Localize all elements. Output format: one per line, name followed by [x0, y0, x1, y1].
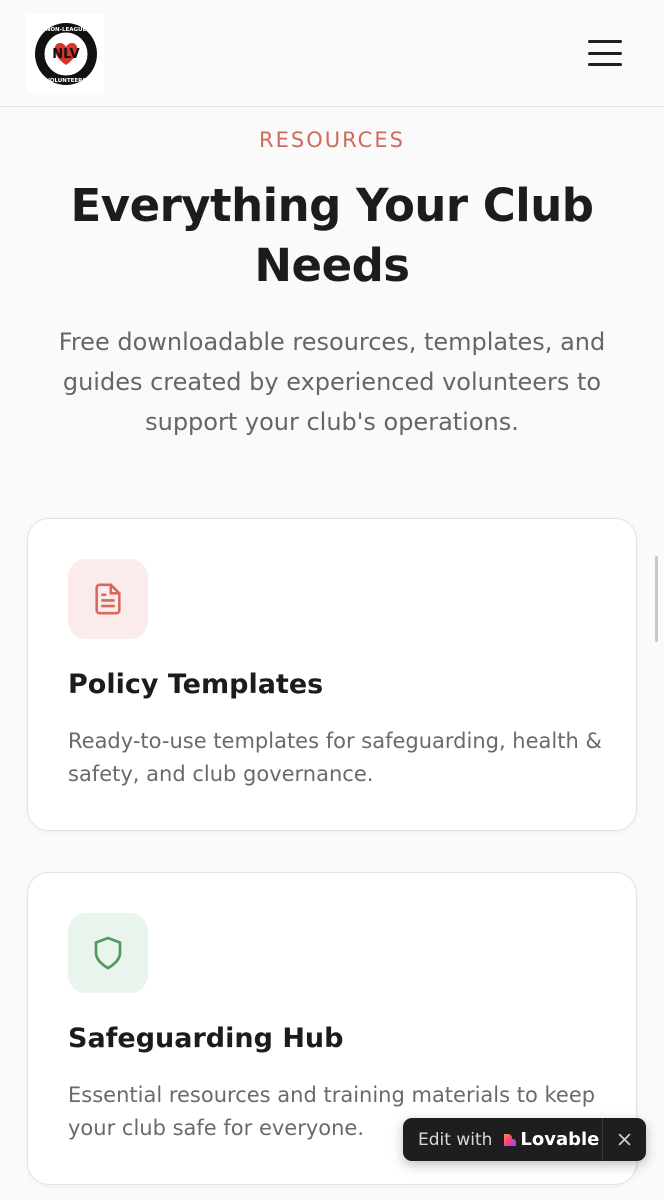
edit-with-lovable-button[interactable]: Edit with Lovable [403, 1118, 603, 1161]
site-logo[interactable]: NLV NON-LEAGUE VOLUNTEERS [27, 14, 104, 93]
shield-icon [94, 936, 122, 970]
policy-icon-tile [68, 559, 148, 639]
safeguarding-icon-tile [68, 913, 148, 993]
edit-with-label: Edit with [418, 1129, 493, 1150]
section-description: Free downloadable resources, templates, … [58, 328, 606, 436]
card-title: Safeguarding Hub [68, 1023, 344, 1054]
lovable-heart-icon [501, 1132, 517, 1148]
scrollbar-thumb[interactable] [655, 556, 658, 642]
menu-line [588, 63, 622, 66]
site-header: NLV NON-LEAGUE VOLUNTEERS [0, 0, 664, 107]
resource-card-policy-templates[interactable]: Policy Templates Ready-to-use templates … [27, 518, 637, 831]
close-icon [618, 1133, 631, 1146]
nlv-logo: NLV NON-LEAGUE VOLUNTEERS [34, 22, 97, 85]
lovable-edit-badge: Edit with Lovable [403, 1118, 646, 1161]
svg-text:NLV: NLV [52, 47, 79, 62]
document-icon [95, 583, 121, 615]
svg-text:VOLUNTEERS: VOLUNTEERS [45, 78, 86, 84]
menu-line [588, 40, 622, 43]
section-eyebrow: RESOURCES [259, 128, 405, 152]
svg-text:NON-LEAGUE: NON-LEAGUE [45, 27, 86, 33]
card-description: Ready-to-use templates for safeguarding,… [68, 729, 602, 786]
card-title: Policy Templates [68, 669, 324, 700]
close-badge-button[interactable] [603, 1118, 646, 1161]
menu-line [588, 51, 622, 55]
hamburger-menu-icon[interactable] [586, 36, 624, 70]
page-title: Everything Your Club Needs [70, 179, 594, 292]
lovable-brand: Lovable [520, 1129, 600, 1150]
